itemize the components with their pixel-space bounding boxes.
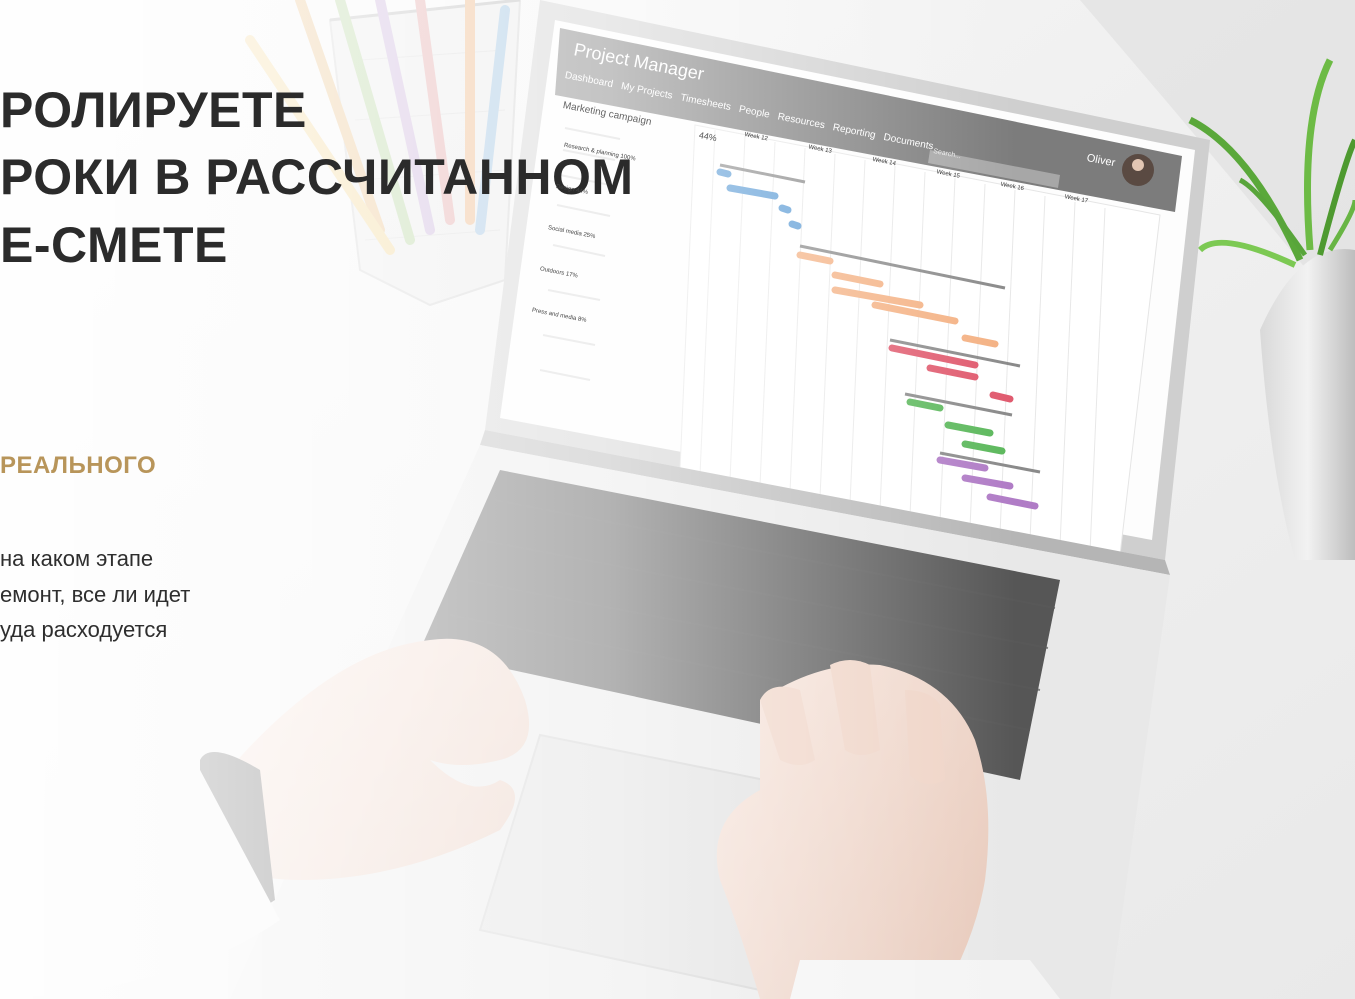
- task-group-percent: 17%: [565, 271, 579, 280]
- task-group-percent: 25%: [582, 232, 596, 241]
- headline-line-2: РОКИ В РАССЧИТАННОМ: [0, 149, 634, 205]
- subheading: РЕАЛЬНОГО: [0, 452, 157, 479]
- slide: Project Manager: [0, 0, 1355, 999]
- task-group-name: Research & planning: [563, 142, 620, 160]
- task-group-percent: 44%: [575, 187, 589, 196]
- body-line-2: емонт, все ли идет: [0, 582, 191, 607]
- task-group-name: Design: [555, 183, 575, 194]
- body-line-1: на каком этапе: [0, 546, 154, 571]
- headline-line-3: Е-СМЕТЕ: [0, 217, 228, 273]
- task-group-name: Outdoors: [539, 266, 565, 277]
- task-group-name: Social media: [547, 225, 583, 238]
- task-group-name: Press and media: [531, 307, 577, 323]
- task-group-percent: 8%: [577, 316, 587, 325]
- task-group-percent: 100%: [619, 153, 636, 163]
- body-line-3: уда расходуется: [0, 617, 168, 642]
- headline-line-1: РОЛИРУЕТЕ: [0, 82, 307, 138]
